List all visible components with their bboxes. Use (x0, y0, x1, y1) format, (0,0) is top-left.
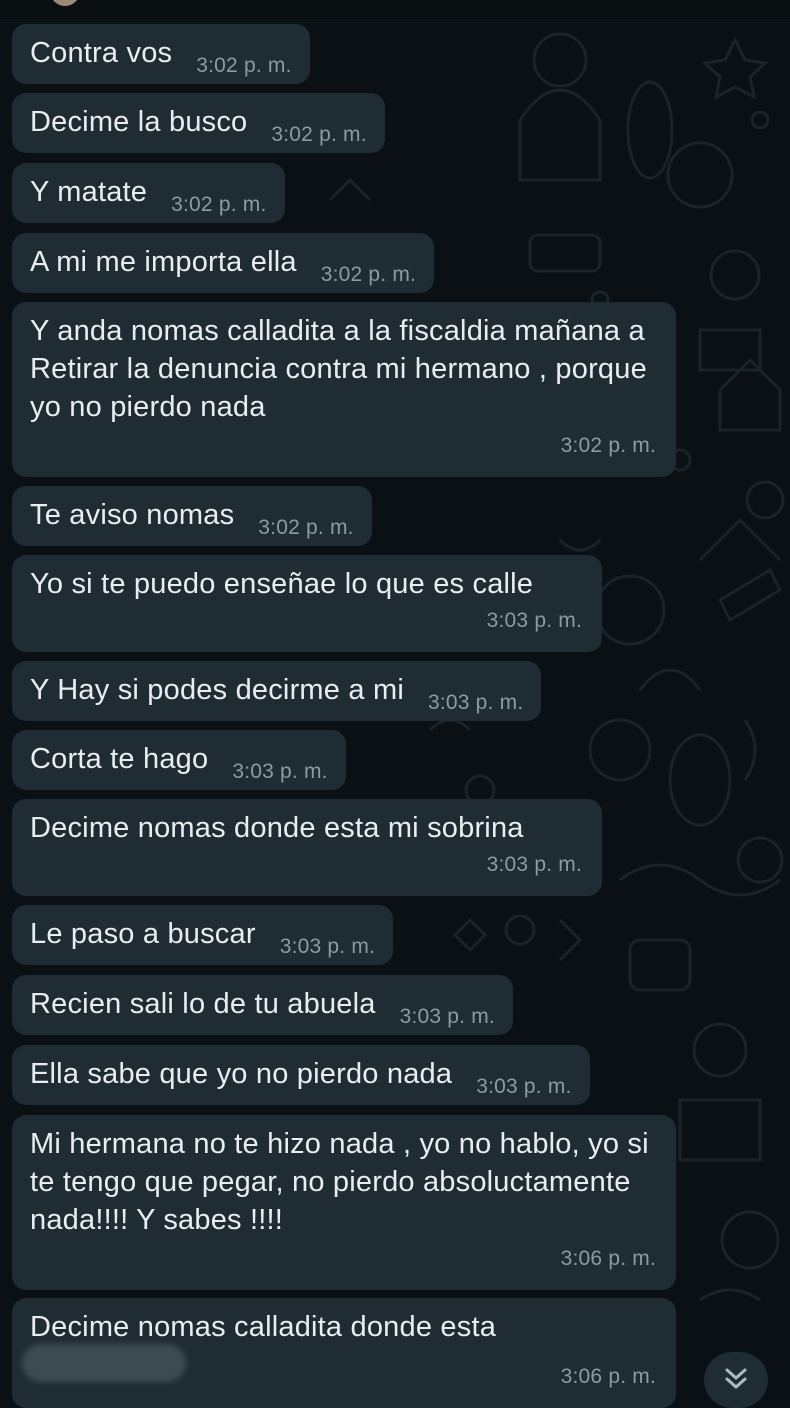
message-text: Te aviso nomas (30, 499, 235, 531)
message-time: 3:03 p. m. (476, 1075, 572, 1098)
message-bubble[interactable]: Le paso a buscar 3:03 p. m. (12, 905, 394, 965)
message-bubble[interactable]: Yo si te puedo enseñae lo que es calle 3… (12, 555, 602, 652)
redacted-text (22, 1344, 186, 1382)
message-time: 3:02 p. m. (271, 123, 367, 146)
message-text: Yo si te puedo enseñae lo que es calle (30, 568, 534, 600)
message-text: Decime nomas calladita donde esta (30, 1311, 497, 1343)
message-bubble[interactable]: Y matate 3:02 p. m. (12, 163, 285, 223)
message-text: Contra vos (30, 37, 173, 69)
message-text: Decime la busco (30, 106, 248, 138)
message-time: 3:02 p. m. (320, 263, 417, 286)
message-text: Corta te hago (30, 743, 209, 775)
message-text: Recien sali lo de tu abuela (30, 988, 376, 1020)
message-time: 3:03 p. m. (399, 1005, 495, 1028)
message-text: A mi me importa ella (30, 246, 297, 278)
scroll-to-bottom-button[interactable] (704, 1352, 768, 1408)
message-time: 3:02 p. m. (196, 54, 292, 77)
message-time: 3:02 p. m. (171, 193, 267, 216)
message-bubble[interactable]: Y anda nomas calladita a la fiscaldia ma… (12, 302, 676, 477)
message-time: 3:03 p. m. (486, 853, 582, 876)
message-bubble[interactable]: A mi me importa ella 3:02 p. m. (12, 233, 435, 293)
message-bubble[interactable]: Corta te hago 3:03 p. m. (12, 730, 346, 790)
message-text: Ella sabe que yo no pierdo nada (30, 1058, 453, 1090)
message-text: Le paso a buscar (30, 918, 256, 950)
message-bubble[interactable]: Decime la busco 3:02 p. m. (12, 93, 385, 153)
message-text: Y Hay si podes decirme a mi (30, 674, 404, 706)
chat-header-edge (0, 0, 790, 23)
message-text: Y matate (30, 176, 148, 208)
message-bubble[interactable]: Ella sabe que yo no pierdo nada 3:03 p. m… (12, 1045, 590, 1105)
contact-avatar[interactable] (50, 0, 80, 6)
message-time: 3:02 p. m. (258, 516, 354, 539)
message-text: Mi hermana no te hizo nada , yo no hablo… (30, 1128, 649, 1236)
message-bubble[interactable]: Te aviso nomas 3:02 p. m. (12, 486, 372, 546)
message-bubble[interactable]: Decime nomas donde esta mi sobrina 3:03 … (12, 799, 602, 896)
message-time: 3:06 p. m. (560, 1365, 656, 1388)
message-bubble[interactable]: Y Hay si podes decirme a mi 3:03 p. m. (12, 661, 542, 721)
message-bubble[interactable]: Mi hermana no te hizo nada , yo no hablo… (12, 1115, 676, 1290)
message-bubble[interactable]: Recien sali lo de tu abuela 3:03 p. m. (12, 975, 513, 1035)
message-text: Y anda nomas calladita a la fiscaldia ma… (30, 315, 647, 423)
message-time: 3:03 p. m. (486, 609, 582, 632)
message-time: 3:03 p. m. (232, 760, 328, 783)
message-text: Decime nomas donde esta mi sobrina (30, 812, 524, 844)
message-bubble[interactable]: Contra vos 3:02 p. m. (12, 24, 310, 84)
message-time: 3:03 p. m. (427, 691, 524, 714)
message-time: 3:02 p. m. (560, 434, 656, 457)
message-time: 3:06 p. m. (560, 1247, 656, 1270)
double-chevron-down-icon (725, 1368, 747, 1389)
message-time: 3:03 p. m. (279, 935, 376, 958)
